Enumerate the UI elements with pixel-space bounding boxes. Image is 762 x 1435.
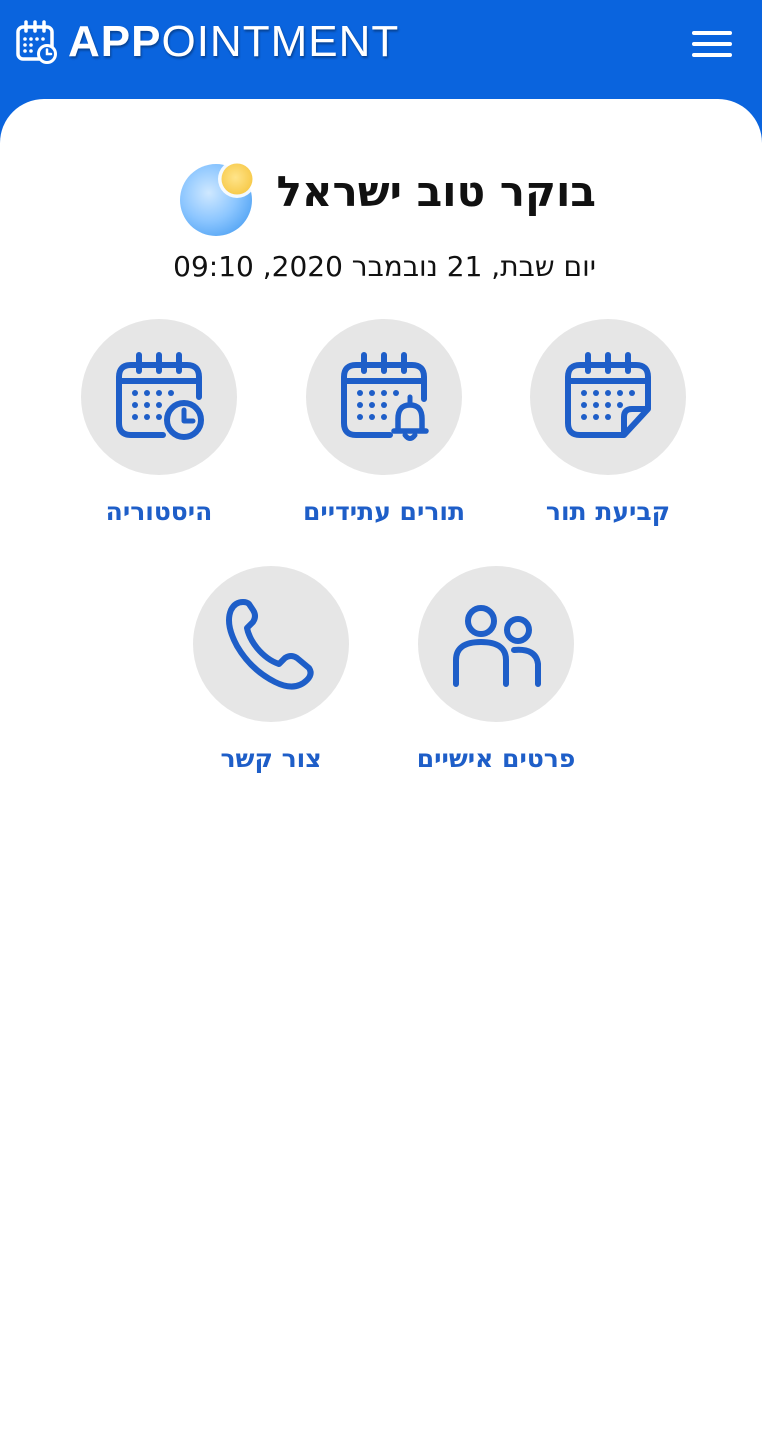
calendar-clock-icon bbox=[14, 19, 60, 65]
main-card: בוקר טוב ישראל יום שבת, 21 נובמבר 2020, … bbox=[0, 99, 762, 1435]
sun-and-moon-icon bbox=[176, 156, 260, 236]
tile-contact-label: צור קשר bbox=[220, 744, 322, 773]
tile-history-label: היסטוריה bbox=[105, 497, 213, 526]
tile-future-appointments-circle[interactable] bbox=[306, 319, 462, 475]
tile-history[interactable]: היסטוריה bbox=[47, 319, 271, 559]
tile-personal-details-label: פרטים אישיים bbox=[416, 744, 576, 773]
app-title-light: OINTMENT bbox=[161, 17, 400, 66]
app-title: APPOINTMENT bbox=[68, 18, 399, 66]
tile-personal-details[interactable]: פרטים אישיים bbox=[384, 566, 608, 806]
hamburger-menu-icon[interactable] bbox=[692, 28, 734, 60]
phone-icon bbox=[226, 599, 314, 690]
app-title-bold: APP bbox=[68, 17, 162, 66]
tile-book-appointment[interactable]: קביעת תור bbox=[496, 319, 720, 559]
tile-contact-circle[interactable] bbox=[193, 566, 349, 722]
calendar-edit-icon bbox=[565, 352, 651, 438]
app-header: APPOINTMENT bbox=[0, 0, 762, 110]
tile-history-circle[interactable] bbox=[81, 319, 237, 475]
tile-personal-details-circle[interactable] bbox=[418, 566, 574, 722]
tile-future-appointments-label: תורים עתידיים bbox=[302, 497, 466, 526]
greeting-title: בוקר טוב ישראל bbox=[276, 167, 596, 216]
tile-book-appointment-circle[interactable] bbox=[530, 319, 686, 475]
calendar-bell-icon bbox=[341, 352, 429, 441]
tile-book-appointment-label: קביעת תור bbox=[545, 497, 671, 526]
tile-contact[interactable]: צור קשר bbox=[159, 566, 383, 806]
people-icon bbox=[453, 605, 541, 687]
tile-future-appointments[interactable]: תורים עתידיים bbox=[272, 319, 496, 559]
current-date-time: יום שבת, 21 נובמבר 2020, 09:10 bbox=[173, 250, 596, 283]
app-logo: APPOINTMENT bbox=[14, 18, 399, 66]
calendar-clock-icon bbox=[116, 352, 204, 440]
